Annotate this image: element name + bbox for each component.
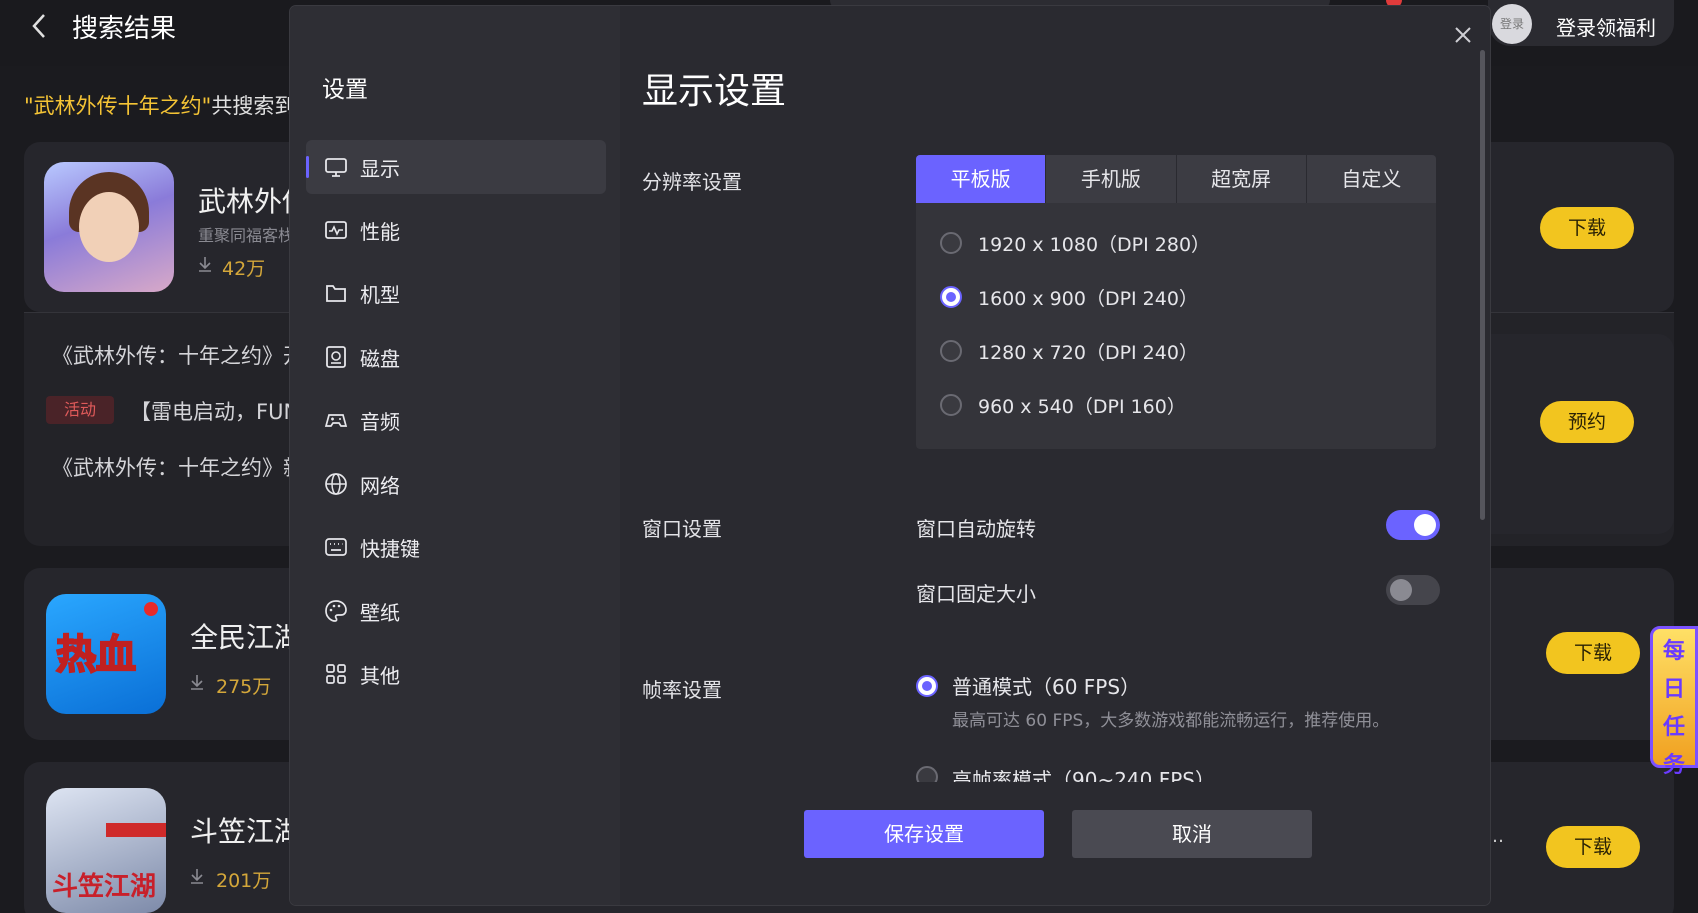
save-button[interactable]: 保存设置 bbox=[804, 810, 1044, 858]
sidebar-item-label: 音频 bbox=[360, 410, 400, 434]
sidebar-item-label: 磁盘 bbox=[360, 347, 400, 371]
sidebar-item-label: 网络 bbox=[360, 474, 400, 498]
game-icon-douli[interactable]: 斗笠江湖 bbox=[46, 788, 166, 913]
login-reward-label[interactable]: 登录领福利 bbox=[1556, 12, 1656, 41]
download-count: 275万 bbox=[216, 676, 272, 698]
sidebar-item-label: 快捷键 bbox=[360, 537, 420, 561]
page-title: 搜索结果 bbox=[72, 14, 177, 44]
auto-rotate-label: 窗口自动旋转 bbox=[916, 517, 1036, 541]
download-count: 201万 bbox=[216, 870, 272, 892]
search-keyword: "武林外传十年之约" bbox=[24, 94, 212, 118]
download-button[interactable]: 下载 bbox=[1546, 826, 1640, 868]
keyboard-icon bbox=[325, 538, 347, 556]
fps-high-option[interactable]: 高帧率模式（90~240 FPS） bbox=[890, 760, 1470, 782]
close-icon[interactable] bbox=[1452, 24, 1474, 46]
fps-normal-radio[interactable] bbox=[916, 675, 938, 697]
daily-task-char: 务 bbox=[1662, 753, 1685, 778]
cancel-button[interactable]: 取消 bbox=[1072, 810, 1312, 858]
resolution-label: 分辨率设置 bbox=[642, 170, 742, 194]
gamepad-icon bbox=[324, 414, 348, 427]
resolution-radio-1600[interactable] bbox=[940, 286, 962, 308]
game-name[interactable]: 全民江湖 bbox=[190, 616, 302, 656]
daily-task-char: 日 bbox=[1662, 677, 1685, 702]
auto-rotate-toggle[interactable] bbox=[1386, 510, 1440, 540]
download-count-icon bbox=[191, 675, 203, 690]
fps-settings-label: 帧率设置 bbox=[642, 678, 722, 702]
monitor-icon bbox=[325, 158, 347, 177]
sidebar-item-label: 机型 bbox=[360, 283, 400, 307]
sidebar-item-label: 显示 bbox=[360, 157, 400, 181]
game-name[interactable]: 斗笠江湖 bbox=[190, 810, 302, 850]
disk-icon bbox=[326, 346, 346, 368]
tab-ultrawide[interactable]: 超宽屏 bbox=[1176, 155, 1307, 203]
sidebar-item-display[interactable]: 显示 bbox=[306, 140, 606, 194]
page-title: 显示设置 bbox=[642, 71, 787, 112]
download-count-icon bbox=[191, 869, 203, 884]
sidebar-item-network[interactable]: 网络 bbox=[306, 457, 606, 511]
resolution-option[interactable]: 1280 x 720（DPI 240） bbox=[978, 338, 1198, 365]
fps-high-radio[interactable] bbox=[916, 766, 938, 782]
resolution-option[interactable]: 1920 x 1080（DPI 280） bbox=[978, 230, 1210, 257]
scrollbar[interactable] bbox=[1480, 50, 1485, 520]
resolution-option[interactable]: 1600 x 900（DPI 240） bbox=[978, 284, 1198, 311]
tab-custom[interactable]: 自定义 bbox=[1306, 155, 1436, 203]
resolution-panel: 平板版 手机版 超宽屏 自定义 1920 x 1080（DPI 280） 160… bbox=[916, 155, 1436, 449]
toggle-knob bbox=[1390, 579, 1412, 601]
reserve-button[interactable]: 预约 bbox=[1540, 401, 1634, 443]
sidebar-item-label: 性能 bbox=[360, 220, 400, 244]
tab-tablet[interactable]: 平板版 bbox=[916, 155, 1047, 203]
resolution-radio-1280[interactable] bbox=[940, 340, 962, 362]
folder-icon bbox=[326, 285, 346, 302]
fps-normal-hint: 最高可达 60 FPS，大多数游戏都能流畅运行，推荐使用。 bbox=[952, 711, 1390, 731]
fps-normal-label[interactable]: 普通模式（60 FPS） bbox=[952, 671, 1140, 700]
active-indicator bbox=[306, 156, 309, 178]
palette-icon bbox=[325, 600, 347, 622]
fixed-size-toggle[interactable] bbox=[1386, 575, 1440, 605]
download-count-icon bbox=[199, 257, 211, 272]
resolution-tabs: 平板版 手机版 超宽屏 自定义 bbox=[916, 155, 1436, 203]
news-line[interactable]: 【雷电启动，FUN bbox=[130, 396, 299, 426]
result-summary: "武林外传十年之约"共搜索到 bbox=[24, 90, 295, 120]
activity-tag: 活动 bbox=[46, 396, 114, 424]
sidebar-item-disk[interactable]: 磁盘 bbox=[306, 330, 606, 384]
globe-icon bbox=[325, 473, 347, 495]
daily-task-widget[interactable]: 每 日 任 务 bbox=[1650, 626, 1698, 778]
download-count: 42万 bbox=[222, 258, 266, 280]
game-publisher: 重聚同福客栈 bbox=[198, 226, 295, 245]
sidebar-item-wallpaper[interactable]: 壁纸 bbox=[306, 584, 606, 638]
resolution-radio-1920[interactable] bbox=[940, 232, 962, 254]
sidebar-item-label: 壁纸 bbox=[360, 601, 400, 625]
daily-task-char: 每 bbox=[1662, 639, 1685, 664]
sidebar-item-performance[interactable]: 性能 bbox=[306, 203, 606, 257]
news-line[interactable]: 《武林外传：十年之约》新 bbox=[52, 452, 304, 482]
fps-high-label[interactable]: 高帧率模式（90~240 FPS） bbox=[952, 764, 1215, 782]
result-count-text: 共搜索到 bbox=[211, 94, 296, 118]
resolution-radio-960[interactable] bbox=[940, 394, 962, 416]
news-line[interactable]: 《武林外传：十年之约》开 bbox=[52, 340, 304, 370]
window-settings-label: 窗口设置 bbox=[642, 517, 722, 541]
daily-task-char: 任 bbox=[1662, 715, 1685, 740]
sidebar-item-shortcuts[interactable]: 快捷键 bbox=[306, 520, 606, 574]
back-arrow-icon[interactable] bbox=[28, 12, 52, 40]
tab-phone[interactable]: 手机版 bbox=[1046, 155, 1177, 203]
download-button[interactable]: 下载 bbox=[1540, 207, 1634, 249]
toggle-knob bbox=[1414, 514, 1436, 536]
game-icon-wulin[interactable] bbox=[44, 162, 174, 292]
sidebar-title: 设置 bbox=[322, 77, 368, 103]
sidebar-item-audio[interactable]: 音频 bbox=[306, 393, 606, 447]
avatar[interactable]: 登录 bbox=[1492, 4, 1532, 44]
sidebar-item-label: 其他 bbox=[360, 664, 400, 688]
game-icon-quanmin[interactable]: 热血 bbox=[46, 594, 166, 714]
grid-icon bbox=[326, 664, 346, 684]
resolution-option[interactable]: 960 x 540（DPI 160） bbox=[978, 392, 1186, 419]
performance-icon bbox=[325, 221, 347, 239]
settings-sidebar: 设置 显示 性能 机型 磁盘 音频 网络 快捷键 壁纸 其他 bbox=[290, 6, 620, 905]
download-button[interactable]: 下载 bbox=[1546, 632, 1640, 674]
sidebar-item-other[interactable]: 其他 bbox=[306, 647, 606, 701]
fixed-size-label: 窗口固定大小 bbox=[916, 582, 1036, 606]
sidebar-item-model[interactable]: 机型 bbox=[306, 266, 606, 320]
settings-dialog: 设置 显示 性能 机型 磁盘 音频 网络 快捷键 壁纸 其他 显示设置 分辨率设… bbox=[290, 6, 1490, 905]
